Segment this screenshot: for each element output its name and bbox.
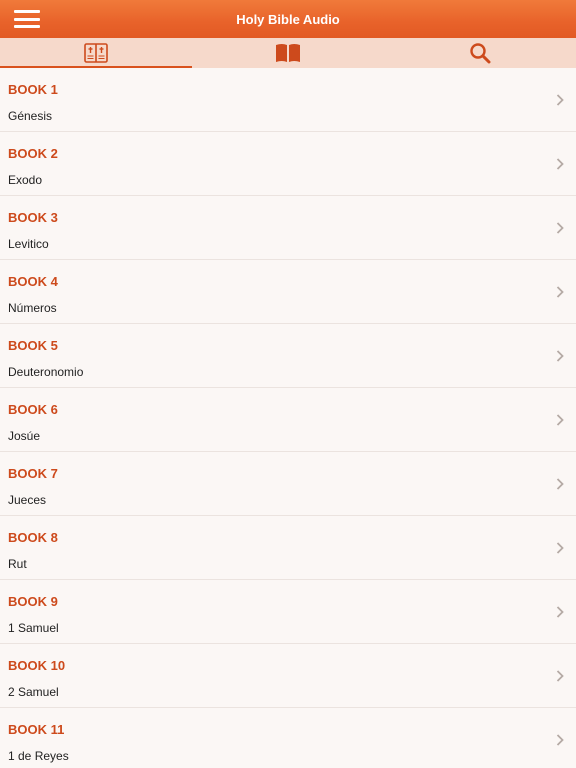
book-name: Exodo <box>8 173 43 187</box>
book-name: Jueces <box>8 493 47 507</box>
chevron-right-icon <box>556 222 564 234</box>
book-list-item[interactable]: BOOK 6 Josúe <box>0 388 576 452</box>
chevron-right-icon <box>556 734 564 746</box>
chevron-right-icon <box>556 670 564 682</box>
book-name: Josúe <box>8 429 41 443</box>
book-number-label: BOOK 7 <box>8 466 58 481</box>
book-number-label: BOOK 1 <box>8 82 58 97</box>
app-title: Holy Bible Audio <box>236 11 340 27</box>
book-list-item[interactable]: BOOK 5 Deuteronomio <box>0 324 576 388</box>
tab-bar <box>0 38 576 68</box>
book-list-item[interactable]: BOOK 4 Números <box>0 260 576 324</box>
chevron-right-icon <box>556 158 564 170</box>
book-list-item[interactable]: BOOK 9 1 Samuel <box>0 580 576 644</box>
book-list-item[interactable]: BOOK 2 Exodo <box>0 132 576 196</box>
book-list: BOOK 1 Génesis BOOK 2 Exodo BOOK 3 Levit… <box>0 68 576 768</box>
book-number-label: BOOK 10 <box>8 658 66 673</box>
book-name: 1 Samuel <box>8 621 59 635</box>
book-list-item[interactable]: BOOK 8 Rut <box>0 516 576 580</box>
book-name: 1 de Reyes <box>8 749 69 763</box>
book-number-label: BOOK 6 <box>8 402 58 417</box>
chevron-right-icon <box>556 414 564 426</box>
book-number-label: BOOK 9 <box>8 594 58 609</box>
book-name: Levitico <box>8 237 49 251</box>
hamburger-menu-icon[interactable] <box>14 10 40 28</box>
tab-bible[interactable] <box>0 38 192 68</box>
book-list-item[interactable]: BOOK 11 1 de Reyes <box>0 708 576 768</box>
chevron-right-icon <box>556 350 564 362</box>
tab-search[interactable] <box>384 38 576 68</box>
book-name: Números <box>8 301 57 315</box>
tab-book[interactable] <box>192 38 384 68</box>
chevron-right-icon <box>556 542 564 554</box>
book-number-label: BOOK 11 <box>8 722 65 737</box>
book-list-item[interactable]: BOOK 7 Jueces <box>0 452 576 516</box>
book-list-item[interactable]: BOOK 10 2 Samuel <box>0 644 576 708</box>
book-list-item[interactable]: BOOK 1 Génesis <box>0 68 576 132</box>
book-number-label: BOOK 4 <box>8 274 58 289</box>
book-icon <box>276 44 300 62</box>
book-name: Génesis <box>8 109 53 123</box>
book-list-item[interactable]: BOOK 3 Levitico <box>0 196 576 260</box>
book-name: Deuteronomio <box>8 365 84 379</box>
book-name: Rut <box>8 557 27 571</box>
book-number-label: BOOK 3 <box>8 210 58 225</box>
chevron-right-icon <box>556 94 564 106</box>
search-icon <box>470 43 491 64</box>
book-number-label: BOOK 5 <box>8 338 58 353</box>
app-header: Holy Bible Audio <box>0 0 576 38</box>
chevron-right-icon <box>556 606 564 618</box>
open-bible-icon <box>84 43 108 63</box>
chevron-right-icon <box>556 478 564 490</box>
book-number-label: BOOK 8 <box>8 530 58 545</box>
chevron-right-icon <box>556 286 564 298</box>
book-number-label: BOOK 2 <box>8 146 58 161</box>
book-name: 2 Samuel <box>8 685 59 699</box>
